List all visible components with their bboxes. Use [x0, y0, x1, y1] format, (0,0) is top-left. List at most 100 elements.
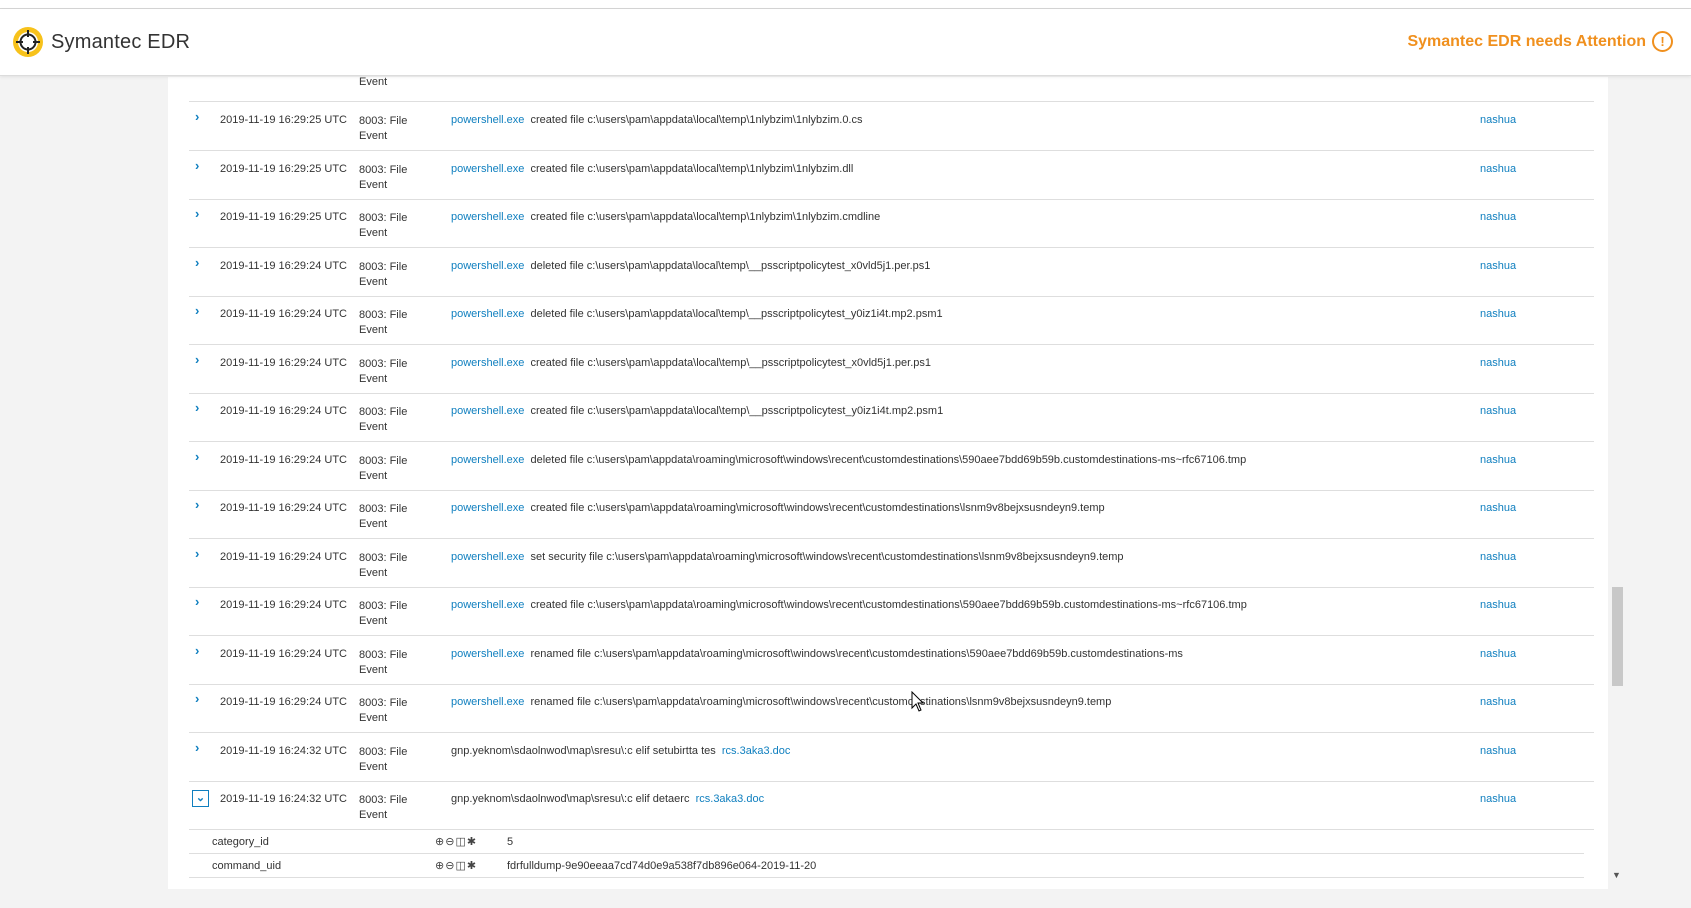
event-action: deleted file c:\users\pam\appdata\local\…	[530, 259, 931, 272]
chevron-right-icon[interactable]: ›	[195, 644, 207, 657]
chevron-right-icon[interactable]: ›	[195, 207, 207, 220]
user-link[interactable]: nashua	[1480, 308, 1516, 320]
event-type: 8003: File Event	[359, 163, 408, 191]
process-link[interactable]: powershell.exe	[451, 648, 524, 660]
user-link[interactable]: nashua	[1480, 454, 1516, 466]
zoom-in-icon[interactable]: ⊕	[435, 836, 445, 848]
chevron-right-icon[interactable]: ›	[195, 304, 207, 317]
scrollbar-thumb[interactable]	[1612, 587, 1623, 686]
event-action: created file c:\users\pam\appdata\roamin…	[530, 502, 1105, 514]
table-row[interactable]: › 2019-11-19 16:29:24 UTC 8003: File Event…	[189, 345, 1594, 394]
zoom-in-icon[interactable]: ⊕	[435, 860, 445, 872]
file-link[interactable]: rcs.3aka3.doc	[696, 793, 764, 805]
zoom-out-icon[interactable]: ⊖	[445, 836, 455, 848]
user-link[interactable]: nashua	[1480, 599, 1516, 611]
event-type: 8003: File Event	[359, 648, 408, 676]
chevron-right-icon[interactable]: ›	[195, 353, 207, 366]
user-link[interactable]: nashua	[1480, 357, 1516, 369]
process-link[interactable]: powershell.exe	[451, 502, 524, 514]
user-link[interactable]: nashua	[1480, 163, 1516, 175]
table-row[interactable]: ⌄ 2019-11-19 16:24:32 UTC 8003: File Event…	[189, 781, 1594, 830]
event-action: created file c:\users\pam\appdata\local\…	[530, 114, 863, 126]
event-action: set security file c:\users\pam\appdata\r…	[530, 550, 1124, 563]
process-link[interactable]: powershell.exe	[451, 454, 524, 466]
detail-actions: ⊕⊖◫✱	[435, 835, 477, 848]
process-link[interactable]: powershell.exe	[451, 114, 524, 126]
table-row[interactable]: › 2019-11-19 16:29:24 UTC 8003: File Event…	[189, 539, 1594, 588]
user-link[interactable]: nashua	[1480, 405, 1516, 417]
user-link[interactable]: nashua	[1480, 793, 1516, 805]
table-row[interactable]: › 2019-11-19 16:29:25 UTC 8003: File Event…	[189, 199, 1594, 248]
user-link[interactable]: nashua	[1480, 648, 1516, 660]
event-description: powershell.exe created file c:\users\pam…	[451, 357, 931, 369]
table-row[interactable]: › 2019-11-19 16:29:24 UTC 8003: File Event…	[189, 442, 1594, 491]
table-row[interactable]: › 2019-11-19 16:29:24 UTC 8003: File Event…	[189, 490, 1594, 539]
user-link[interactable]: nashua	[1480, 502, 1516, 514]
event-action: deleted file c:\users\pam\appdata\roamin…	[530, 453, 1247, 466]
chevron-right-icon[interactable]: ›	[195, 498, 207, 511]
table-row[interactable]: › 2019-11-19 16:29:25 UTC 8003: File Event…	[189, 151, 1594, 200]
detail-key: category_id	[212, 835, 269, 848]
event-time: 2019-11-19 16:29:24 UTC	[220, 647, 347, 660]
event-description: powershell.exe renamed file c:\users\pam…	[451, 696, 1111, 708]
user-link[interactable]: nashua	[1480, 211, 1516, 223]
process-link[interactable]: powershell.exe	[451, 405, 524, 417]
file-link[interactable]: rcs.3aka3.doc	[722, 745, 790, 757]
user-link[interactable]: nashua	[1480, 696, 1516, 708]
asterisk-icon[interactable]: ✱	[467, 836, 477, 848]
process-link[interactable]: powershell.exe	[451, 357, 524, 369]
chevron-right-icon[interactable]: ›	[195, 450, 207, 463]
process-link[interactable]: powershell.exe	[451, 696, 524, 708]
user-link[interactable]: nashua	[1480, 114, 1516, 126]
process-link[interactable]: powershell.exe	[451, 551, 524, 563]
detail-row: command_uid ⊕⊖◫✱ fdrfulldump-9e90eeaa7cd74…	[189, 854, 1584, 878]
process-link[interactable]: powershell.exe	[451, 211, 524, 223]
user-link[interactable]: nashua	[1480, 745, 1516, 757]
table-row[interactable]: › 2019-11-19 16:29:24 UTC 8003: File Event…	[189, 587, 1594, 636]
scroll-down-arrow-icon[interactable]: ▼	[1612, 870, 1621, 880]
event-description: powershell.exe created file c:\users\pam…	[451, 211, 880, 223]
chevron-right-icon[interactable]: ›	[195, 110, 207, 123]
event-description: gnp.yeknom\sdaolnwod\map\sresu\:c elif s…	[451, 745, 790, 757]
table-row[interactable]: › 2019-11-19 16:29:24 UTC 8003: File Event…	[189, 636, 1594, 685]
event-type: 8003: File Event	[359, 212, 408, 239]
chevron-down-icon[interactable]: ⌄	[192, 790, 209, 807]
event-action: renamed file c:\users\pam\appdata\roamin…	[530, 696, 1112, 708]
table-row[interactable]: › 2019-11-19 16:29:25 UTC 8003: File Event…	[189, 102, 1594, 151]
process-link[interactable]: powershell.exe	[451, 260, 524, 272]
table-row[interactable]: › 2019-11-19 16:29:24 UTC 8003: File Event…	[189, 684, 1594, 733]
event-description: powershell.exe renamed file c:\users\pam…	[451, 648, 1183, 660]
event-type: 8003: File Event	[359, 600, 408, 627]
process-link[interactable]: powershell.exe	[451, 163, 524, 175]
columns-icon[interactable]: ◫	[455, 860, 466, 872]
process-link[interactable]: powershell.exe	[451, 599, 524, 611]
event-type: 8003: File Event	[359, 745, 408, 773]
chevron-right-icon[interactable]: ›	[195, 692, 207, 705]
chevron-right-icon[interactable]: ›	[195, 547, 207, 560]
event-action: created file c:\users\pam\appdata\roamin…	[530, 599, 1247, 611]
attention-alert-link[interactable]: Symantec EDR needs Attention !	[1407, 31, 1673, 52]
chevron-right-icon[interactable]: ›	[195, 401, 207, 414]
event-time: 2019-11-19 16:29:25 UTC	[220, 211, 347, 223]
partial-event-type: Event	[359, 76, 388, 88]
vertical-scrollbar[interactable]	[1610, 77, 1624, 889]
event-action: created file c:\users\pam\appdata\local\…	[530, 405, 944, 417]
event-time: 2019-11-19 16:29:24 UTC	[220, 356, 347, 369]
zoom-out-icon[interactable]: ⊖	[445, 860, 455, 872]
event-type: 8003: File Event	[359, 454, 408, 482]
table-row[interactable]: › 2019-11-19 16:29:24 UTC 8003: File Event…	[189, 393, 1594, 442]
chevron-right-icon[interactable]: ›	[195, 159, 207, 172]
process-link[interactable]: powershell.exe	[451, 308, 524, 320]
columns-icon[interactable]: ◫	[455, 836, 466, 848]
chevron-right-icon[interactable]: ›	[195, 256, 207, 269]
chevron-right-icon[interactable]: ›	[195, 741, 207, 754]
mouse-cursor-icon	[911, 691, 925, 712]
asterisk-icon[interactable]: ✱	[467, 860, 477, 872]
table-row[interactable]: › 2019-11-19 16:24:32 UTC 8003: File Event…	[189, 733, 1594, 782]
user-link[interactable]: nashua	[1480, 260, 1516, 272]
event-type: 8003: File Event	[359, 115, 408, 142]
table-row[interactable]: › 2019-11-19 16:29:24 UTC 8003: File Event…	[189, 248, 1594, 297]
table-row[interactable]: › 2019-11-19 16:29:24 UTC 8003: File Event…	[189, 296, 1594, 345]
user-link[interactable]: nashua	[1480, 551, 1516, 563]
chevron-right-icon[interactable]: ›	[195, 595, 207, 608]
